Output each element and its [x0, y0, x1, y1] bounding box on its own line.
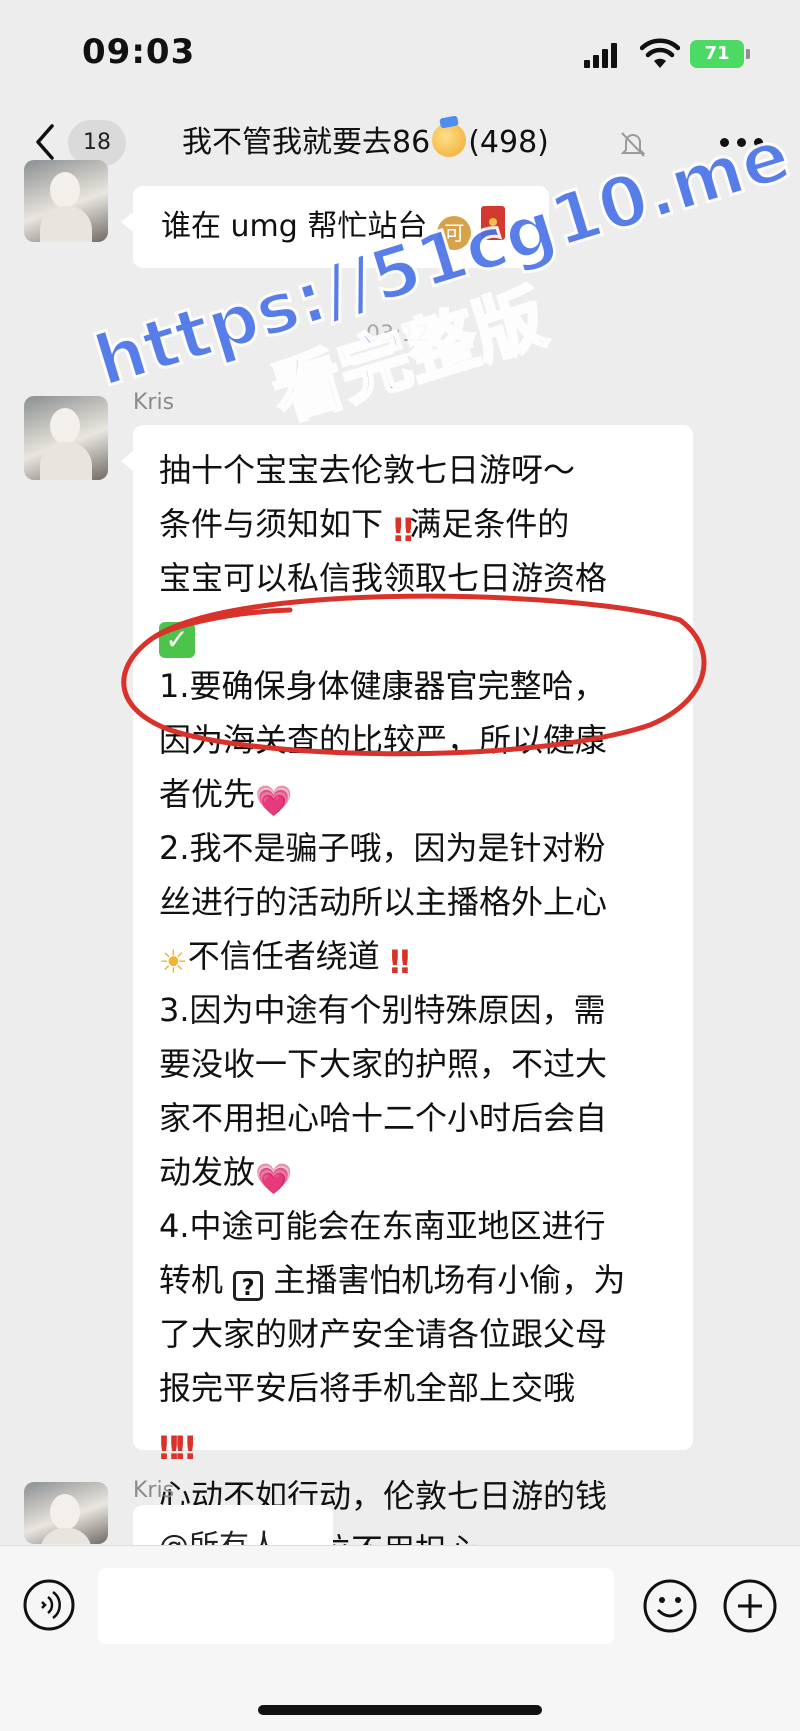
message-bubble[interactable]: 谁在 umg 帮忙站台可 [121, 186, 549, 268]
message-line: 1.要确保身体健康器官完整哈， [159, 667, 606, 705]
message-text: 者优先 [159, 775, 256, 813]
coin-emoji-icon: 可 [437, 216, 472, 250]
message-line: 宝宝可以私信我领取七日游资格 [159, 559, 608, 597]
party-face-icon [432, 123, 467, 157]
message-text: 主播害怕机场有小偷，为 [273, 1261, 626, 1299]
message-line: ☀不信任者绕道 ‼ [159, 929, 693, 983]
message-line: 者优先💗 [159, 767, 693, 821]
more-options-icon[interactable] [720, 138, 764, 150]
emoji-picker-icon[interactable] [642, 1578, 698, 1634]
double-exclamation-icon: ‼ [389, 943, 410, 981]
avatar[interactable] [24, 1482, 108, 1544]
status-time: 09:03 [82, 32, 196, 72]
sender-name: Kris [133, 1478, 175, 1503]
double-exclamation-icon: ‼ [393, 511, 413, 549]
sun-icon: ☀ [159, 943, 188, 981]
double-exclamation-icon: ‼ [159, 1429, 179, 1467]
check-mark-icon: ✓ [159, 622, 195, 658]
back-icon[interactable] [30, 122, 60, 162]
message-input[interactable] [98, 1568, 614, 1644]
message-line: 家不用担心哈十二个小时后会自 [159, 1099, 608, 1137]
voice-input-icon[interactable] [22, 1578, 76, 1632]
message-line: 抽十个宝宝去伦敦七日游呀～ [159, 451, 576, 489]
home-indicator [258, 1705, 542, 1715]
mute-notifications-icon [620, 132, 646, 157]
message-line: 动发放💗 [159, 1145, 693, 1199]
message-line: ‼‼ [159, 1415, 693, 1469]
question-box-icon: ? [233, 1271, 264, 1301]
message-timestamp: 03:12 [366, 322, 430, 347]
message-text: 谁在 umg 帮忙站台 [161, 209, 428, 244]
message-text: 不信任者绕道 [187, 937, 380, 975]
message-text: 条件与须知如下 [159, 505, 384, 543]
double-exclamation-icon: ‼ [175, 1429, 195, 1467]
wifi-icon [640, 38, 680, 68]
message-line: 因为海关查的比较严，所以健康 [159, 721, 608, 759]
message-line: ✓ [159, 605, 693, 659]
message-line: 丝进行的活动所以主播格外上心 [159, 883, 608, 921]
message-text: 满足条件的 [409, 505, 570, 543]
message-line: 2.我不是骗子哦，因为是针对粉 [159, 829, 606, 867]
more-actions-plus-icon[interactable] [722, 1578, 778, 1634]
member-count: (498) [468, 125, 549, 160]
message-line: 报完平安后将手机全部上交哦 [159, 1369, 576, 1407]
status-bar: 09:03 71 [0, 0, 800, 100]
cellular-signal-icon [584, 42, 620, 68]
message-text: 转机 [159, 1261, 224, 1299]
avatar[interactable] [24, 396, 108, 480]
chat-title[interactable]: 我不管我就要去86 (498) [182, 120, 549, 166]
message-bubble[interactable]: 抽十个宝宝去伦敦七日游呀～ 条件与须知如下 ‼满足条件的 宝宝可以私信我领取七日… [121, 425, 693, 1569]
battery-indicator: 71 [690, 40, 744, 68]
message-line: 4.中途可能会在东南亚地区进行 [159, 1207, 606, 1245]
chat-title-name: 我不管我就要去86 [182, 125, 431, 160]
message-line: 条件与须知如下 ‼满足条件的 [159, 497, 693, 551]
message-line: 了大家的财产安全请各位跟父母 [159, 1315, 608, 1353]
avatar[interactable] [24, 160, 108, 242]
message-line: 要没收一下大家的护照，不过大 [159, 1045, 608, 1083]
battery-tip [746, 49, 750, 59]
message-line: 转机 ? 主播害怕机场有小偷，为 [159, 1253, 693, 1307]
message-text: 动发放 [159, 1153, 256, 1191]
message-line: 3.因为中途有个别特殊原因，需 [159, 991, 606, 1029]
sender-name: Kris [133, 390, 175, 415]
red-envelope-icon [481, 206, 506, 240]
